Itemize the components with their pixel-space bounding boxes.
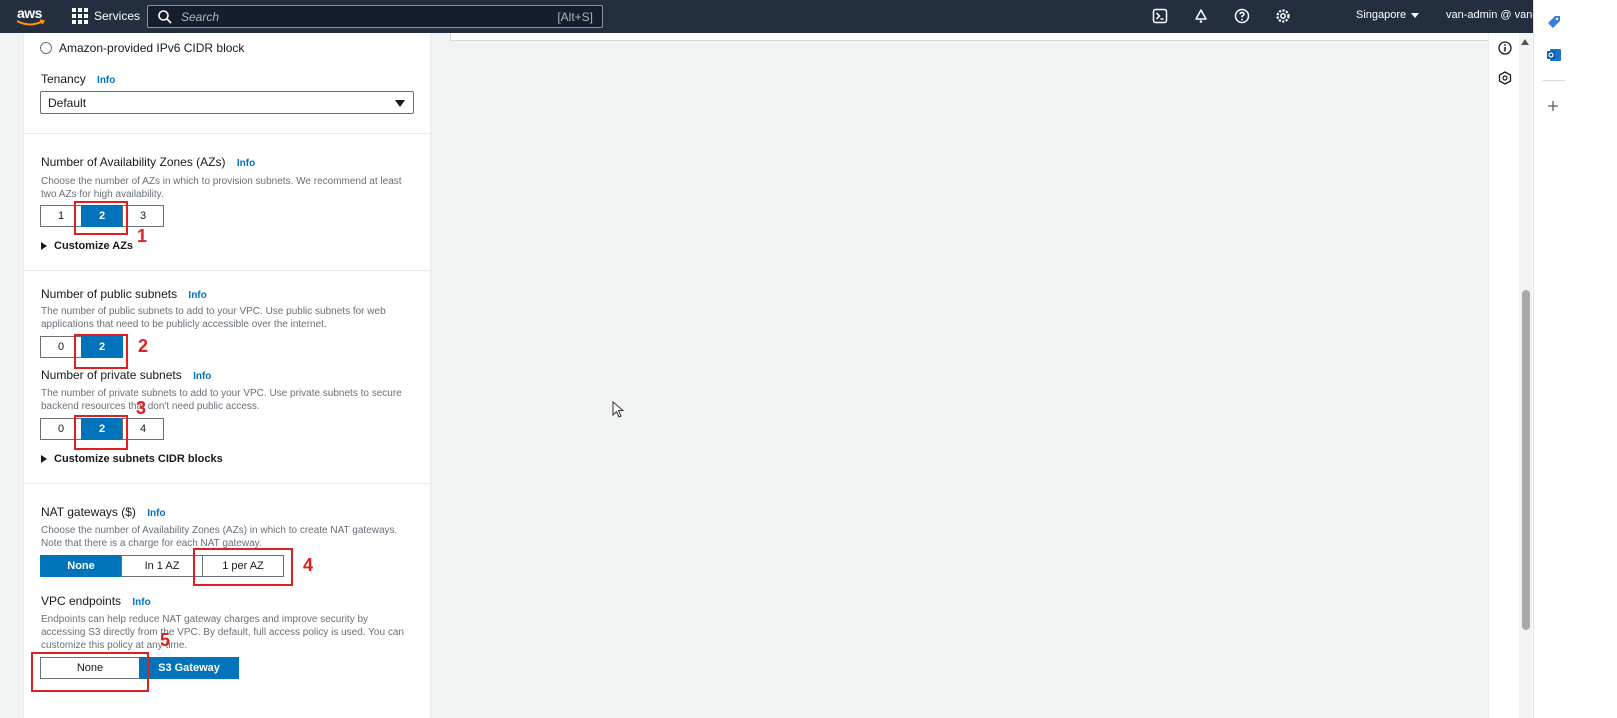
endpoints-description: Endpoints can help reduce NAT gateway ch… bbox=[41, 614, 404, 651]
help-icon[interactable] bbox=[1234, 8, 1250, 24]
top-navigation: aws Services Search [Alt+S] Singapore va… bbox=[0, 0, 1580, 33]
divider bbox=[24, 133, 432, 134]
endpoints-option-s3-gateway[interactable]: S3 Gateway bbox=[139, 657, 239, 679]
annotation-number-5: 5 bbox=[160, 630, 171, 650]
caret-down-icon bbox=[395, 100, 405, 107]
info-link[interactable]: Info bbox=[237, 158, 255, 169]
vpc-settings-panel: Amazon-provided IPv6 CIDR block Tenancy … bbox=[23, 33, 432, 718]
scroll-up-arrow-icon[interactable] bbox=[1521, 39, 1529, 45]
annotation-box-4 bbox=[193, 548, 293, 586]
scrollbar-thumb[interactable] bbox=[1522, 290, 1530, 630]
info-link[interactable]: Info bbox=[147, 508, 165, 519]
select-value: Default bbox=[48, 96, 87, 110]
private-subnets-option-4[interactable]: 4 bbox=[122, 418, 164, 440]
annotation-number-1: 1 bbox=[137, 226, 148, 246]
label-text: Number of private subnets bbox=[41, 368, 182, 382]
info-link[interactable]: Info bbox=[132, 597, 150, 608]
divider bbox=[24, 483, 432, 484]
azs-label: Number of Availability Zones (AZs) Info bbox=[41, 155, 255, 169]
info-link[interactable]: Info bbox=[188, 290, 206, 301]
radio-button[interactable] bbox=[40, 42, 52, 54]
info-link[interactable]: Info bbox=[97, 75, 115, 86]
add-icon[interactable] bbox=[1547, 100, 1559, 112]
annotation-number-3: 3 bbox=[136, 398, 147, 418]
label-text: NAT gateways ($) bbox=[41, 505, 136, 519]
annotation-box-2 bbox=[74, 334, 128, 369]
search-placeholder: Search bbox=[181, 9, 220, 24]
divider bbox=[1543, 80, 1565, 81]
notifications-bell-icon[interactable] bbox=[1193, 8, 1209, 24]
nat-option-none[interactable]: None bbox=[40, 555, 122, 577]
utility-side-rail bbox=[1488, 33, 1519, 718]
ipv6-amazon-radio-option[interactable]: Amazon-provided IPv6 CIDR block bbox=[40, 41, 244, 55]
nat-option-in-1-az[interactable]: In 1 AZ bbox=[121, 555, 203, 577]
nat-description: Choose the number of Availability Zones … bbox=[41, 525, 398, 549]
region-label: Singapore bbox=[1356, 9, 1407, 21]
chevron-down-icon bbox=[1411, 12, 1420, 18]
info-link[interactable]: Info bbox=[193, 371, 211, 382]
nat-gateways-label: NAT gateways ($) Info bbox=[41, 505, 166, 519]
annotation-number-4: 4 bbox=[303, 555, 314, 575]
feedback-hexagon-icon[interactable] bbox=[1498, 71, 1512, 85]
services-label: Services bbox=[94, 9, 141, 23]
public-subnets-description: The number of public subnets to add to y… bbox=[41, 306, 386, 330]
customize-azs-expander[interactable]: Customize AZs bbox=[41, 240, 133, 252]
annotation-number-2: 2 bbox=[138, 336, 149, 356]
label-text: VPC endpoints bbox=[41, 594, 122, 608]
annotation-box-3 bbox=[74, 415, 128, 450]
right-panel-edge bbox=[450, 33, 1530, 41]
search-input[interactable]: Search [Alt+S] bbox=[147, 5, 603, 28]
label-text: Number of Availability Zones (AZs) bbox=[41, 155, 226, 169]
label-text: Number of public subnets bbox=[41, 287, 178, 301]
aws-logo[interactable]: aws bbox=[14, 4, 50, 28]
expander-label: Customize subnets CIDR blocks bbox=[54, 453, 223, 465]
azs-option-3[interactable]: 3 bbox=[122, 205, 164, 227]
grid-icon bbox=[72, 8, 88, 24]
vpc-endpoints-label: VPC endpoints Info bbox=[41, 594, 151, 608]
caret-right-icon bbox=[41, 455, 47, 463]
azs-description: Choose the number of AZs in which to pro… bbox=[41, 176, 402, 200]
aws-smile-icon bbox=[16, 19, 46, 26]
radio-label: Amazon-provided IPv6 CIDR block bbox=[59, 41, 245, 55]
annotation-box-1 bbox=[74, 201, 128, 235]
label-text: Tenancy bbox=[41, 72, 86, 86]
tenancy-label: Tenancy Info bbox=[41, 72, 115, 86]
region-selector[interactable]: Singapore bbox=[1356, 9, 1420, 21]
cloudshell-icon[interactable] bbox=[1152, 8, 1168, 24]
private-subnets-description: The number of private subnets to add to … bbox=[41, 388, 402, 412]
customize-subnets-cidr-expander[interactable]: Customize subnets CIDR blocks bbox=[41, 453, 223, 465]
settings-gear-icon[interactable] bbox=[1275, 8, 1291, 24]
caret-right-icon bbox=[41, 242, 47, 250]
mouse-cursor-icon bbox=[612, 401, 624, 418]
annotation-box-5 bbox=[31, 652, 149, 692]
tenancy-select[interactable]: Default bbox=[40, 91, 414, 114]
outlook-icon[interactable] bbox=[1546, 47, 1562, 63]
public-subnets-label: Number of public subnets Info bbox=[41, 287, 207, 301]
divider bbox=[24, 270, 432, 271]
services-menu-button[interactable]: Services bbox=[72, 8, 140, 24]
search-shortcut: [Alt+S] bbox=[557, 9, 593, 24]
search-icon bbox=[158, 9, 172, 24]
info-circle-icon[interactable] bbox=[1498, 41, 1512, 55]
browser-side-panel bbox=[1533, 0, 1617, 718]
private-subnets-label: Number of private subnets Info bbox=[41, 368, 211, 382]
expander-label: Customize AZs bbox=[54, 240, 134, 252]
tag-icon[interactable] bbox=[1546, 14, 1562, 30]
